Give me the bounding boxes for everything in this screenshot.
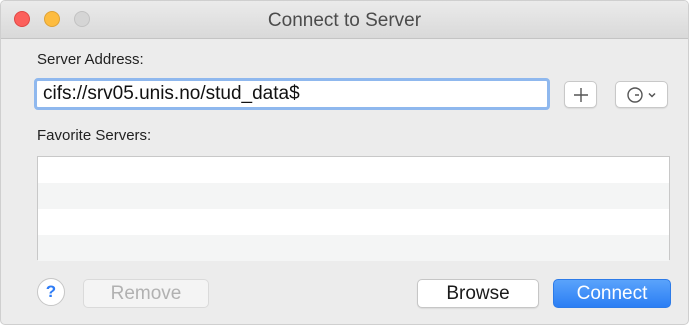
connect-button[interactable]: Connect xyxy=(553,279,671,308)
plus-icon xyxy=(573,87,588,102)
recent-servers-button[interactable] xyxy=(615,81,668,108)
favorite-servers-list[interactable] xyxy=(37,156,670,261)
server-address-label: Server Address: xyxy=(37,51,144,68)
favorite-servers-label: Favorite Servers: xyxy=(37,127,152,144)
clock-icon xyxy=(627,86,643,103)
connect-to-server-window: Connect to Server Server Address: Favori… xyxy=(0,0,689,325)
list-item[interactable] xyxy=(38,235,669,261)
add-favorite-button[interactable] xyxy=(564,81,597,108)
help-button[interactable]: ? xyxy=(37,278,65,306)
chevron-down-icon xyxy=(648,92,656,98)
window-title: Connect to Server xyxy=(267,10,422,31)
list-item[interactable] xyxy=(38,157,669,183)
remove-button: Remove xyxy=(83,279,209,308)
title-bar: Connect to Server xyxy=(1,1,688,39)
list-item[interactable] xyxy=(38,209,669,235)
list-item[interactable] xyxy=(38,183,669,209)
browse-button[interactable]: Browse xyxy=(417,279,539,308)
server-address-input[interactable] xyxy=(34,78,550,110)
